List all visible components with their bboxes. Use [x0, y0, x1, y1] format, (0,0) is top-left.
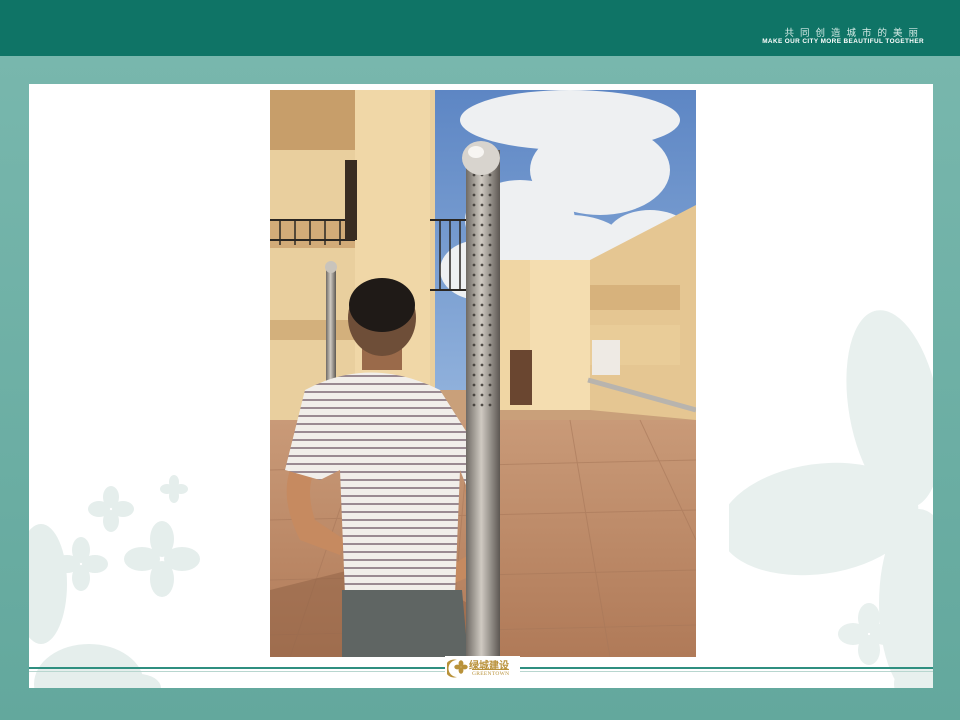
greentown-logo: 绿城建设 GREENTOWN — [445, 656, 520, 680]
flower-decoration-left-icon — [29, 475, 200, 688]
greentown-logo-icon — [447, 659, 468, 678]
flower-decoration-right-icon — [729, 310, 933, 688]
slogan-chinese: 共同创造城市的美丽 — [784, 28, 924, 39]
rooftop-photo — [270, 90, 696, 657]
header-bar: 共同创造城市的美丽 MAKE OUR CITY MORE BEAUTIFUL T… — [0, 0, 960, 56]
logo-english-name: GREENTOWN — [472, 669, 510, 677]
slogan-english: MAKE OUR CITY MORE BEAUTIFUL TOGETHER — [762, 38, 924, 45]
